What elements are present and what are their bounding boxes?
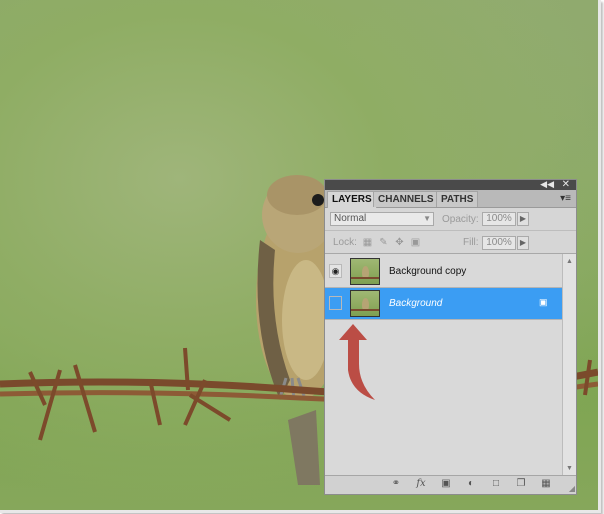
visibility-toggle[interactable] bbox=[329, 296, 342, 310]
link-icon[interactable]: ⚭ bbox=[389, 478, 403, 490]
collapse-icon[interactable]: ◀◀ bbox=[540, 179, 554, 190]
lock-position-move-icon[interactable]: ✥ bbox=[394, 237, 405, 248]
tab-paths[interactable]: PATHS bbox=[436, 191, 479, 207]
layers-panel: ◀◀ ✕ LAYERS CHANNELS PATHS ▾≡ Normal ▼ O… bbox=[324, 179, 577, 495]
blend-row: Normal ▼ Opacity: 100% ▶ bbox=[325, 208, 576, 231]
lock-image-brush-icon[interactable]: ✎ bbox=[378, 237, 389, 248]
opacity-field[interactable]: 100% bbox=[482, 212, 516, 226]
layer-thumbnail bbox=[350, 258, 380, 285]
folder-icon[interactable]: □ bbox=[489, 478, 503, 490]
mask-icon[interactable]: ▣ bbox=[439, 478, 453, 490]
eye-icon[interactable]: ◉ bbox=[329, 264, 342, 278]
layers-scrollbar[interactable]: ▲ ▼ bbox=[562, 254, 576, 476]
blend-mode-value: Normal bbox=[334, 213, 367, 224]
lock-transparent-icon[interactable]: ▦ bbox=[362, 237, 373, 248]
close-icon[interactable]: ✕ bbox=[562, 179, 570, 190]
layer-row-selected[interactable]: Background ▣ bbox=[325, 288, 562, 320]
panel-titlebar[interactable]: ◀◀ ✕ bbox=[325, 179, 576, 190]
scroll-up-icon[interactable]: ▲ bbox=[566, 258, 573, 265]
chevron-down-icon: ▼ bbox=[423, 214, 431, 223]
panel-menu-icon[interactable]: ▾≡ bbox=[560, 193, 571, 204]
fx-icon[interactable]: fx bbox=[414, 478, 428, 490]
layer-thumbnail bbox=[350, 290, 380, 317]
lock-all-icon[interactable]: ▣ bbox=[410, 237, 421, 248]
opacity-label: Opacity: bbox=[442, 214, 479, 225]
scroll-down-icon[interactable]: ▼ bbox=[566, 465, 573, 472]
layers-list: ◉ Background copy Background ▣ bbox=[325, 254, 562, 476]
fill-stepper[interactable]: ▶ bbox=[517, 236, 529, 250]
opacity-stepper[interactable]: ▶ bbox=[517, 212, 529, 226]
trash-icon[interactable]: ▦ bbox=[539, 478, 553, 490]
lock-row: Lock: ▦ ✎ ✥ ▣ Fill: 100% ▶ bbox=[325, 231, 576, 254]
annotation-arrow-icon bbox=[339, 324, 375, 400]
panel-tabs: LAYERS CHANNELS PATHS ▾≡ bbox=[325, 190, 576, 208]
new-layer-icon[interactable]: ❐ bbox=[514, 478, 528, 490]
fill-label: Fill: bbox=[463, 237, 479, 248]
layer-name[interactable]: Background copy bbox=[389, 266, 466, 277]
resize-grip-icon[interactable]: ◢ bbox=[569, 484, 575, 493]
lock-icon: ▣ bbox=[539, 297, 548, 307]
adjustment-icon[interactable]: ◐ bbox=[464, 478, 478, 490]
layer-name[interactable]: Background bbox=[389, 298, 442, 309]
fill-field[interactable]: 100% bbox=[482, 236, 516, 250]
panel-footer: ⚭ fx ▣ ◐ □ ❐ ▦ ◢ bbox=[325, 475, 576, 494]
lock-label: Lock: bbox=[333, 237, 357, 248]
blend-mode-select[interactable]: Normal ▼ bbox=[330, 212, 434, 226]
layer-row[interactable]: ◉ Background copy bbox=[325, 256, 562, 288]
tab-channels[interactable]: CHANNELS bbox=[373, 191, 439, 207]
tab-layers[interactable]: LAYERS bbox=[327, 191, 377, 208]
